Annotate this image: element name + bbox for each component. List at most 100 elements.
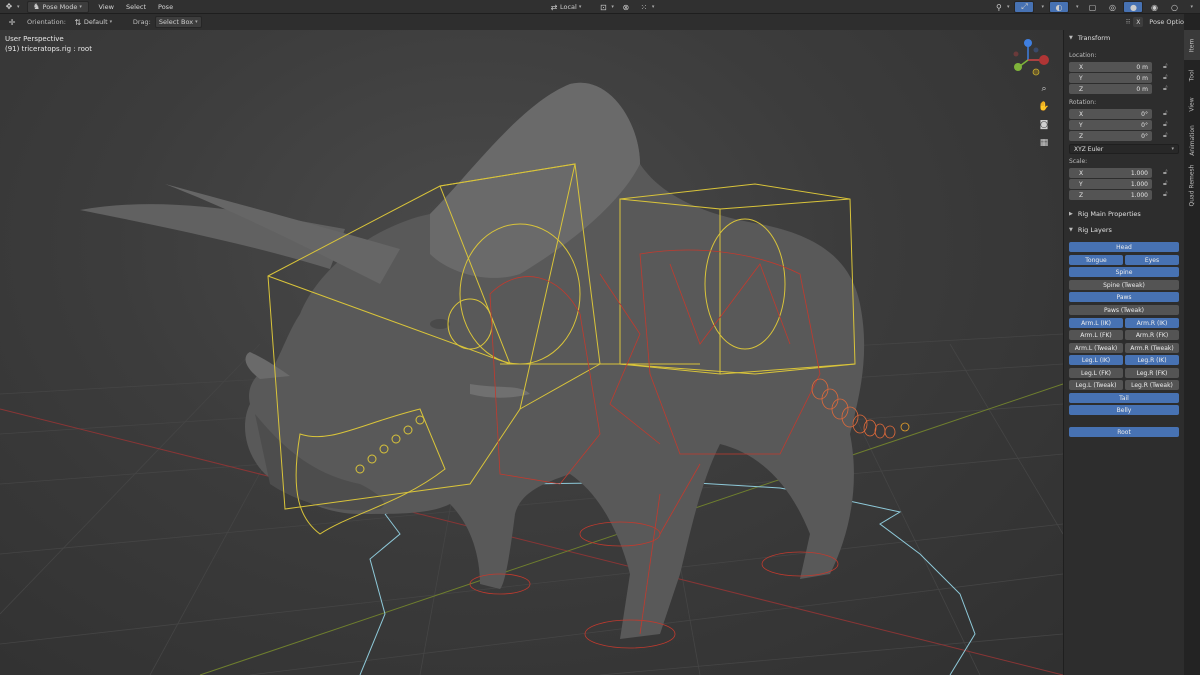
layer-arm-r-tweak-button[interactable]: Arm.R (Tweak): [1125, 343, 1179, 353]
gizmo-dropdown[interactable]: ▾: [1036, 1, 1047, 13]
x-axis-icon: [1039, 55, 1049, 65]
rotation-z-field[interactable]: Z 0°: [1069, 131, 1152, 141]
menu-view[interactable]: View: [93, 3, 120, 11]
layer-root-button[interactable]: Root: [1069, 427, 1179, 437]
transform-panel-header[interactable]: ▼ Transform: [1069, 34, 1110, 42]
layer-paws-button[interactable]: Paws: [1069, 292, 1179, 302]
rotation-mode-dropdown[interactable]: XYZ Euler ▾: [1069, 144, 1179, 154]
layer-arm-l-tweak-button[interactable]: Arm.L (Tweak): [1069, 343, 1123, 353]
layer-leg-l-tweak-button[interactable]: Leg.L (Tweak): [1069, 380, 1123, 390]
orientation-dropdown[interactable]: ⇄ Local ▾: [545, 1, 584, 13]
solid-icon: ●: [1129, 2, 1137, 12]
rotation-x-field[interactable]: X 0°: [1069, 109, 1152, 119]
layer-eyes-button[interactable]: Eyes: [1125, 255, 1179, 265]
menu-pose[interactable]: Pose: [152, 3, 179, 11]
ortho-grid-icon[interactable]: ▦: [1037, 136, 1051, 150]
snap-dropdown[interactable]: ⁙ ▾: [635, 1, 658, 13]
layer-paws-tweak-button[interactable]: Paws (Tweak): [1069, 305, 1179, 315]
editor-type-button[interactable]: ✥ ▾: [0, 1, 23, 13]
orientation-icon: ⇄: [550, 2, 558, 12]
location-z-field[interactable]: Z0 m: [1069, 84, 1152, 94]
pose-icon: ♞: [32, 2, 41, 11]
shading-solid[interactable]: ●: [1123, 1, 1144, 13]
scale-y-field[interactable]: Y 1.000: [1069, 179, 1152, 189]
layer-leg-r-tweak-button[interactable]: Leg.R (Tweak): [1125, 380, 1179, 390]
drag-dropdown[interactable]: Select Box ▾: [154, 16, 202, 28]
rig-layers-header[interactable]: ▼ Rig Layers: [1069, 226, 1112, 234]
layer-leg-l-ik-button[interactable]: Leg.L (IK): [1069, 355, 1123, 365]
layer-head-button[interactable]: Head: [1069, 242, 1179, 252]
drag-value: Select Box: [158, 18, 194, 26]
pan-hand-icon[interactable]: ✋: [1037, 100, 1051, 114]
scene-canvas: [0, 82, 1063, 675]
orientation-default-icon: ⇅: [74, 17, 82, 27]
view-name: User Perspective: [5, 35, 64, 43]
pose-options-bar: ⁝⁝ X Pose Options ▾: [1063, 14, 1200, 30]
camera-icon[interactable]: ◙: [1037, 118, 1051, 132]
shading-material[interactable]: ◉: [1145, 1, 1163, 13]
scale-z-field[interactable]: Z 1.000: [1069, 190, 1152, 200]
scale-x-field[interactable]: X 1.000: [1069, 168, 1152, 178]
layer-tail-button[interactable]: Tail: [1069, 393, 1179, 403]
location-x-field[interactable]: X0 m: [1069, 62, 1152, 72]
layer-spine-button[interactable]: Spine: [1069, 267, 1179, 277]
layer-arm-r-fk-button[interactable]: Arm.R (FK): [1125, 330, 1179, 340]
rotation-y-field[interactable]: Y 0°: [1069, 120, 1152, 130]
lock-icon[interactable]: 🔓︎: [1163, 109, 1168, 118]
shading-wireframe[interactable]: ◎: [1103, 1, 1121, 13]
viewport-header: ✥ ▾ ♞ Pose Mode ▾ View Select Pose ⇄ Loca…: [0, 0, 1200, 14]
lock-icon[interactable]: 🔓︎: [1163, 179, 1168, 188]
armature-icon: ✥: [5, 2, 13, 11]
layer-leg-r-fk-button[interactable]: Leg.R (FK): [1125, 368, 1179, 378]
rotation-label: Rotation:: [1069, 99, 1097, 106]
layer-arm-l-fk-button[interactable]: Arm.L (FK): [1069, 330, 1123, 340]
menu-select[interactable]: Select: [120, 3, 152, 11]
drag-label: Drag:: [132, 18, 151, 26]
mode-selector[interactable]: ♞ Pose Mode ▾: [26, 0, 89, 13]
lock-icon[interactable]: 🔓︎: [1163, 131, 1168, 140]
x-mirror-icon[interactable]: X: [1133, 17, 1144, 27]
gizmo-toggle[interactable]: ⤢: [1014, 1, 1035, 13]
lock-icon[interactable]: 🔓︎: [1163, 120, 1168, 129]
xray-toggle[interactable]: ▢: [1083, 1, 1101, 13]
visibility-dropdown[interactable]: ⚲ ▾: [990, 1, 1013, 13]
overlay-dropdown[interactable]: ▾: [1071, 1, 1082, 13]
layer-leg-r-ik-button[interactable]: Leg.R (IK): [1125, 355, 1179, 365]
tool-icon-button[interactable]: ✛: [3, 16, 21, 28]
location-y-field[interactable]: Y0 m: [1069, 73, 1152, 83]
layer-tongue-button[interactable]: Tongue: [1069, 255, 1123, 265]
orientation-setting-label: Orientation:: [27, 18, 66, 26]
snap-toggle[interactable]: ⊗: [617, 1, 635, 13]
pivot-dropdown[interactable]: ⊡ ▾: [594, 1, 617, 13]
sidebar-tabs: Item Tool View Animation Quad Remesh: [1184, 14, 1200, 675]
lock-icon[interactable]: 🔓︎: [1163, 73, 1168, 82]
tab-tool[interactable]: Tool: [1184, 62, 1200, 88]
lock-icon[interactable]: 🔓︎: [1163, 190, 1168, 199]
shading-dropdown[interactable]: ▾: [1185, 1, 1196, 13]
move-tool-icon: ✛: [8, 17, 16, 27]
navigation-gizmo[interactable]: [1008, 36, 1056, 84]
lock-icon[interactable]: 🔓︎: [1163, 84, 1168, 93]
overlay-toggle[interactable]: ◐: [1048, 1, 1069, 13]
3d-viewport[interactable]: User Perspective (91) triceratops.rig : …: [0, 14, 1063, 675]
lock-icon[interactable]: 🔓︎: [1163, 62, 1168, 71]
layer-arm-r-ik-button[interactable]: Arm.R (IK): [1125, 318, 1179, 328]
tab-view[interactable]: View: [1184, 90, 1200, 118]
orientation-setting-dropdown[interactable]: ⇅ Default ▾: [69, 16, 125, 28]
viewport-info: User Perspective (91) triceratops.rig : …: [5, 34, 92, 54]
triceratops-mesh: [80, 82, 865, 639]
tab-animation[interactable]: Animation: [1184, 120, 1200, 160]
tab-quad-remesh[interactable]: Quad Remesh: [1184, 162, 1200, 208]
material-icon: ◉: [1150, 2, 1158, 12]
tab-item[interactable]: Item: [1184, 30, 1200, 60]
rig-main-properties-header[interactable]: ▶ Rig Main Properties: [1069, 210, 1141, 218]
snap-grid-icon: ⁙: [640, 2, 648, 12]
zoom-icon[interactable]: ⌕: [1037, 82, 1051, 96]
y-axis-icon: [1014, 63, 1022, 71]
shading-rendered[interactable]: ○: [1165, 1, 1183, 13]
layer-arm-l-ik-button[interactable]: Arm.L (IK): [1069, 318, 1123, 328]
layer-belly-button[interactable]: Belly: [1069, 405, 1179, 415]
layer-spine-tweak-button[interactable]: Spine (Tweak): [1069, 280, 1179, 290]
layer-leg-l-fk-button[interactable]: Leg.L (FK): [1069, 368, 1123, 378]
lock-icon[interactable]: 🔓︎: [1163, 168, 1168, 177]
